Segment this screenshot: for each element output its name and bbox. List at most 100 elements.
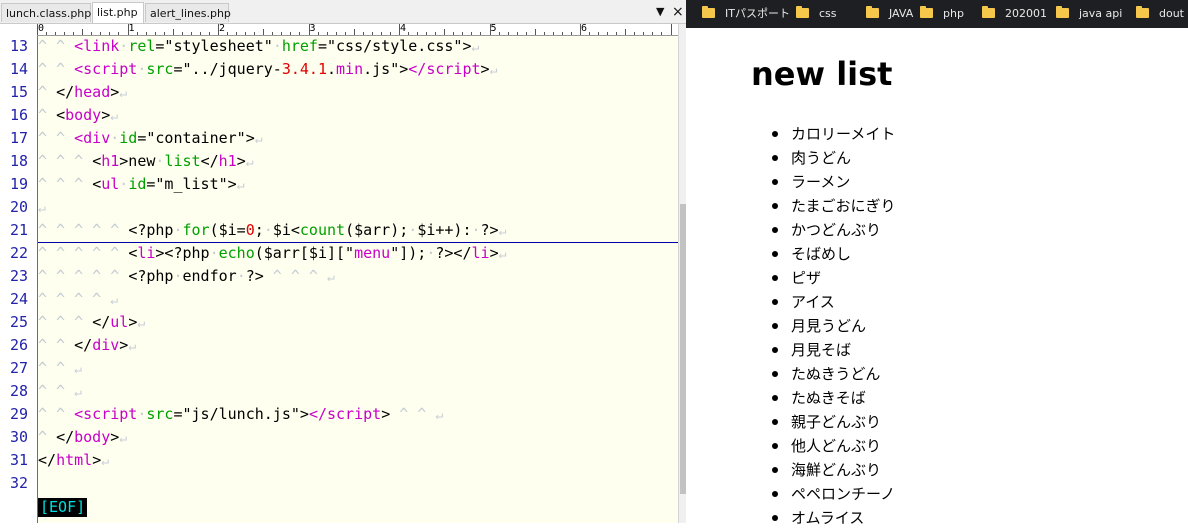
bookmark-label: php — [943, 7, 964, 20]
code-token: < — [92, 152, 102, 170]
ruler-tick — [489, 24, 491, 35]
code-token: ="stylesheet" — [155, 37, 273, 55]
code-token: </ — [92, 313, 111, 331]
code-token: < — [128, 244, 138, 262]
bullet-icon — [772, 515, 778, 521]
code-line[interactable]: ^ ^ </div>↵ — [38, 334, 136, 357]
line-number: 18 — [9, 152, 28, 170]
code-line[interactable]: ^ ^ <div·id="container">↵ — [38, 127, 263, 150]
code-line[interactable]: ^ <body>↵ — [38, 104, 118, 127]
bookmark-label: 202001 — [1005, 7, 1047, 20]
menu-item-text: 月見うどん — [791, 317, 867, 335]
code-line[interactable]: ^ ^ <link·rel="stylesheet"·href="css/sty… — [38, 36, 479, 58]
menu-item-text: ピザ — [791, 269, 822, 287]
line-number: 29 — [9, 405, 28, 423]
tab-lunch-class-php[interactable]: lunch.class.php — [1, 3, 91, 22]
bookmark-folder[interactable]: ITパスポート — [702, 0, 790, 28]
ruler-tick — [91, 32, 93, 35]
ruler-tick — [326, 32, 328, 35]
ruler-tick — [616, 32, 618, 35]
bullet-icon — [772, 323, 778, 329]
ruler-tick — [245, 32, 247, 35]
ruler-tick — [652, 32, 654, 35]
code-token: ↵ — [327, 270, 335, 285]
code-line[interactable]: ^ </head>↵ — [38, 81, 127, 104]
text-editor: lunch.class.php list.php alert_lines.php… — [0, 0, 686, 523]
menu-item-text: 月見そば — [791, 341, 852, 359]
line-number: 27 — [9, 359, 28, 377]
menu-item-text: たぬきうどん — [791, 365, 881, 383]
ruler-tick — [543, 32, 545, 35]
menu-item-text: 他人どんぶり — [791, 437, 882, 455]
line-number: 14 — [9, 60, 28, 78]
code-token: ><?php — [155, 244, 210, 262]
ruler-tick — [408, 32, 410, 35]
code-token: <?php — [128, 267, 174, 285]
bookmark-label: JAVA — [889, 7, 914, 20]
code-token: ($arr[$i][" — [254, 244, 355, 262]
code-line[interactable]: ^ ^ <script·src="../jquery-3.4.1.min.js"… — [38, 58, 497, 81]
code-line[interactable]: ^ ^ ^ ^ ^ <li><?php·echo($arr[$i]["menu"… — [38, 242, 506, 265]
menu-item-text: たまごおにぎり — [791, 197, 896, 215]
code-token: ="m_list"> — [146, 175, 237, 193]
code-line[interactable]: ^ ^ ↵ — [38, 380, 82, 403]
code-token: <script — [74, 60, 138, 78]
tab-alert-lines-php[interactable]: alert_lines.php — [145, 3, 231, 22]
code-line[interactable]: ^ ^ ^ ^ ^ <?php·endfor·?> ^ ^ ^ ↵ — [38, 265, 335, 288]
code-area[interactable]: ^ ^ <link·rel="stylesheet"·href="css/sty… — [38, 36, 678, 523]
code-token: ?> — [245, 267, 264, 285]
code-token: ="container"> — [137, 129, 255, 147]
tab-close-icon[interactable]: × — [672, 2, 684, 22]
code-token: > — [110, 83, 120, 101]
code-token: li — [137, 244, 156, 262]
ruler-mark: 5 — [490, 24, 497, 34]
ruler-tick — [290, 32, 292, 35]
ruler-tick — [227, 32, 229, 35]
bookmark-folder[interactable]: JAVA — [866, 0, 913, 28]
ruler-tick — [335, 32, 337, 35]
ruler-tick — [380, 32, 382, 35]
bookmark-folder[interactable]: css — [796, 0, 837, 28]
tab-dropdown-icon[interactable]: ▼ — [656, 2, 664, 22]
code-token: · — [272, 37, 282, 55]
code-token: ↵ — [254, 132, 263, 147]
code-token: ↵ — [110, 293, 119, 308]
bookmark-folder[interactable]: 202001 — [982, 0, 1047, 28]
code-token: · — [471, 221, 481, 239]
ruler-tick — [344, 32, 346, 35]
bullet-icon — [772, 299, 778, 305]
code-token: < — [56, 106, 66, 124]
tab-list-php[interactable]: list.php — [92, 2, 144, 23]
bookmark-folder[interactable]: java api — [1056, 0, 1122, 28]
ruler-tick — [218, 24, 219, 35]
ruler-tick — [607, 32, 609, 35]
vertical-scrollbar[interactable] — [678, 24, 686, 523]
code-token: ↵ — [101, 454, 110, 469]
bullet-icon — [772, 395, 778, 401]
code-token: min — [336, 60, 364, 78]
code-line[interactable]: ^ ^ ^ </ul>↵ — [38, 311, 145, 334]
bookmark-folder[interactable]: php — [920, 0, 964, 28]
code-line[interactable]: ^ ^ <script·src="js/lunch.js"></script> … — [38, 403, 443, 426]
code-line[interactable]: ↵ — [38, 196, 46, 219]
ruler-tick — [109, 32, 111, 35]
ruler-tick — [145, 32, 147, 35]
code-token: ^ ^ ^ — [38, 313, 93, 331]
ruler-tick — [516, 32, 518, 35]
bullet-icon — [772, 443, 778, 449]
code-token: · — [236, 267, 246, 285]
bullet-icon — [772, 227, 778, 233]
code-line[interactable]: ^ </body>↵ — [38, 426, 127, 449]
ruler-tick — [389, 32, 391, 35]
bullet-icon — [772, 179, 778, 185]
ruler-tick — [670, 24, 672, 35]
bookmark-folder[interactable]: dout — [1136, 0, 1184, 28]
code-line[interactable]: ^ ^ ^ ^ ↵ — [38, 288, 118, 311]
code-line[interactable]: ^ ^ ^ <ul·id="m_list">↵ — [38, 173, 245, 196]
code-line[interactable]: ^ ^ ↵ — [38, 357, 82, 380]
code-line[interactable]: ^ ^ ^ <h1>new·list</h1>↵ — [38, 150, 254, 173]
code-token: ↵ — [128, 339, 137, 354]
code-line[interactable]: ^ ^ ^ ^ ^ <?php·for($i=0;·$i<count($arr)… — [38, 219, 506, 242]
code-line[interactable]: </html>↵ — [38, 449, 109, 472]
bullet-icon — [772, 203, 778, 209]
